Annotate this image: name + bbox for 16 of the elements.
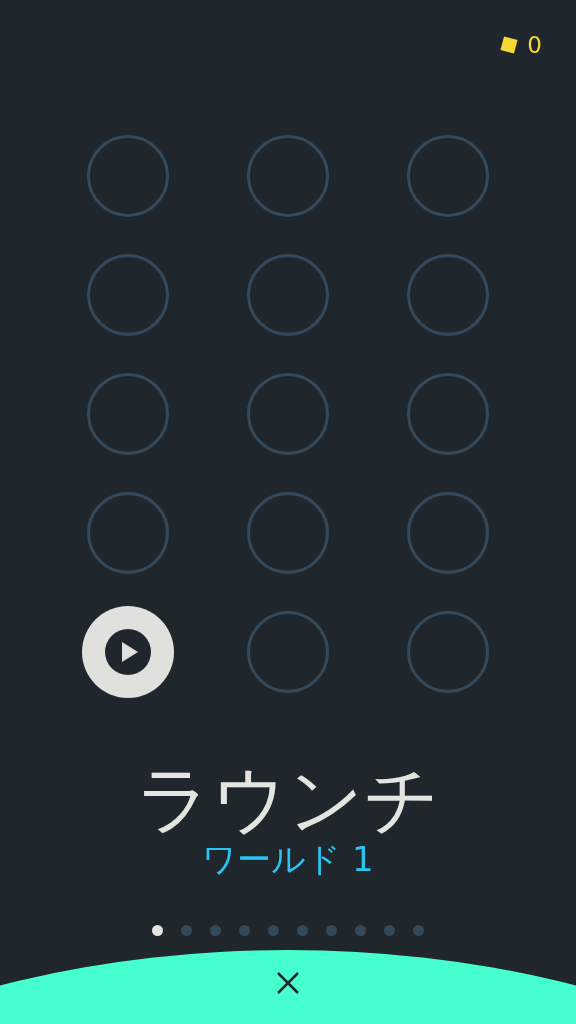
coin-icon [499,35,520,55]
page-dot[interactable] [210,925,221,936]
play-icon [105,628,151,675]
page-dot[interactable] [239,925,250,936]
page-dot[interactable] [297,925,308,936]
page-dot[interactable] [152,925,163,936]
page-dot[interactable] [326,925,337,936]
page-dot[interactable] [181,925,192,936]
page-dot[interactable] [268,925,279,936]
page-dot[interactable] [355,925,366,936]
subtitle: ワールド 1 [202,839,374,879]
coin-count: 0 [527,31,542,60]
page-dot[interactable] [413,925,424,936]
title: ラウンチ [136,759,440,839]
close-icon [276,971,300,995]
page-dot[interactable] [384,925,395,936]
